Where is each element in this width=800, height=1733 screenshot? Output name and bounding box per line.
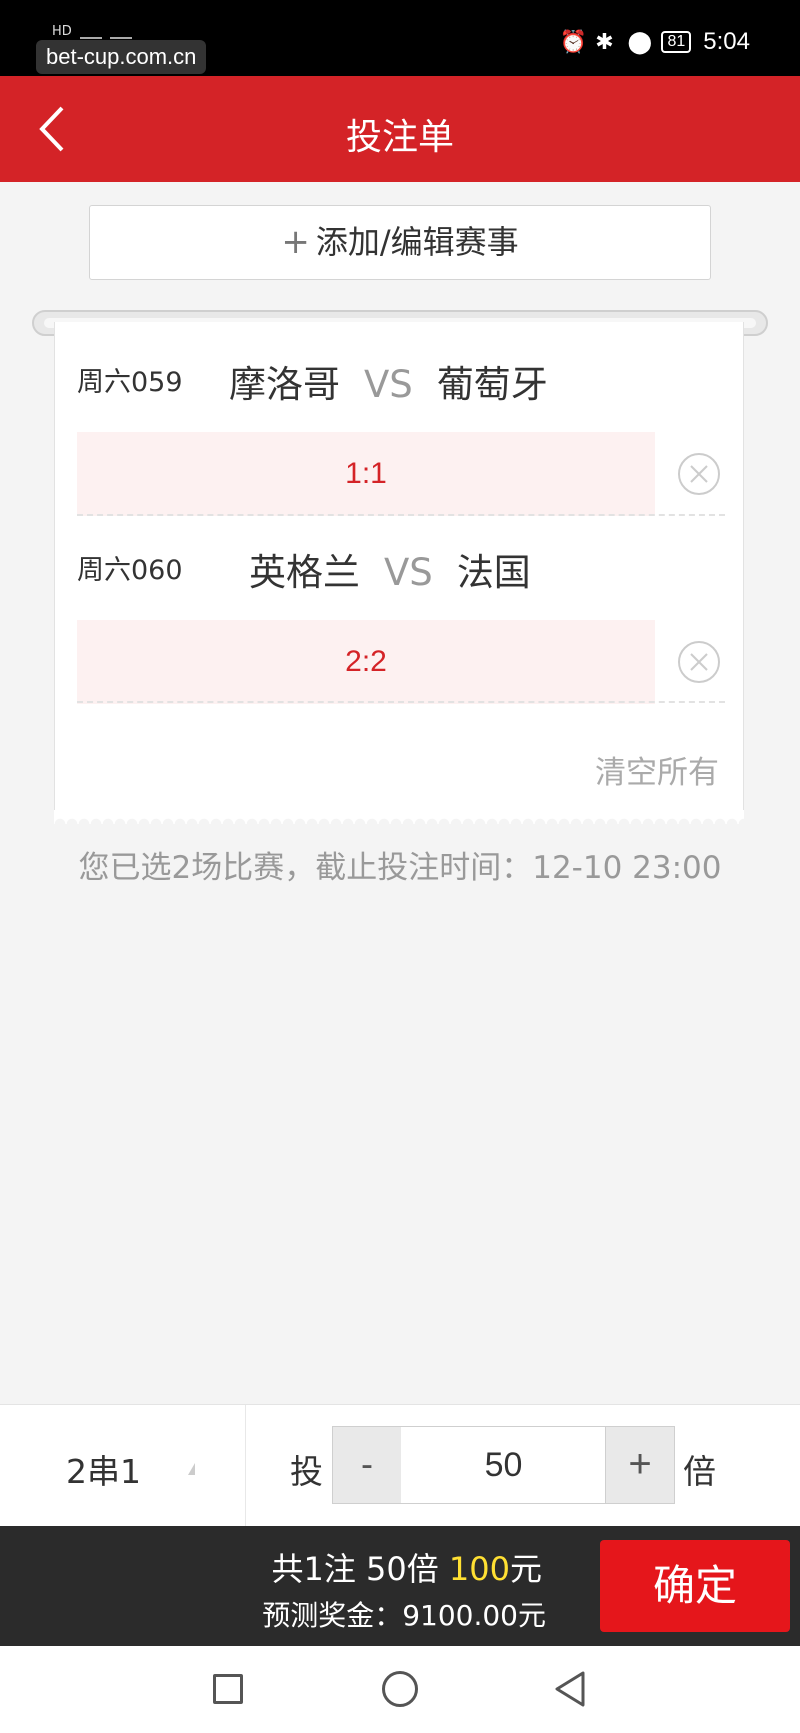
- bet-controls: 2串1 投 - 50 + 倍: [0, 1404, 800, 1527]
- recents-icon[interactable]: [213, 1674, 243, 1704]
- decrease-multiple-button[interactable]: -: [332, 1426, 402, 1504]
- vs-label: VS: [364, 363, 413, 406]
- system-nav-bar: [0, 1646, 800, 1733]
- match-day: 周六060: [77, 555, 183, 586]
- bluetooth-icon: ✱: [595, 29, 614, 54]
- hd-indicator: HD: [52, 24, 72, 39]
- combo-selector[interactable]: 2串1: [0, 1405, 246, 1527]
- add-edit-label: 添加/编辑赛事: [315, 223, 519, 261]
- combo-label: 2串1: [66, 1452, 141, 1491]
- watermark: bet-cup.com.cn: [36, 40, 207, 74]
- match-teams: 摩洛哥 VS 葡萄牙: [229, 354, 548, 408]
- bet-summary: 共1注 50倍 100元: [271, 1544, 542, 1590]
- bet-label: 投: [290, 1452, 323, 1491]
- location-icon: ⬤: [627, 29, 653, 54]
- app-header: 投注单: [0, 76, 800, 182]
- remove-match-icon[interactable]: [677, 640, 721, 684]
- match-pick[interactable]: 1:1: [77, 432, 655, 516]
- away-team: 葡萄牙: [436, 363, 548, 406]
- summary-prefix: 共1注 50倍: [271, 1550, 449, 1588]
- signal-icon-2: [109, 25, 132, 39]
- status-icons-left: HD: [52, 24, 132, 39]
- back-triangle-icon[interactable]: [553, 1670, 587, 1708]
- away-team: 法国: [456, 551, 531, 594]
- plus-icon: +: [281, 222, 310, 262]
- page-title: 投注单: [345, 117, 454, 158]
- status-bar: HD bet-cup.com.cn ⏰ ✱ ⬤ 81 5:04: [0, 0, 800, 76]
- vs-label: VS: [384, 551, 433, 594]
- summary-bar: 共1注 50倍 100元 预测奖金：9100.00元 确定: [0, 1526, 800, 1646]
- increase-multiple-button[interactable]: +: [605, 1426, 675, 1504]
- divider: [77, 514, 725, 516]
- match-item: 周六060 英格兰 VS 法国 2:2: [77, 542, 725, 704]
- caret-icon: [188, 1463, 195, 1475]
- multiple-unit: 倍: [683, 1452, 716, 1491]
- alarm-icon: ⏰: [559, 29, 587, 54]
- bet-ticket: 周六059 摩洛哥 VS 葡萄牙 1:1 周六060 英格兰 VS 法国 2:2 清空所…: [54, 322, 744, 818]
- match-pick[interactable]: 2:2: [77, 620, 655, 704]
- confirm-button[interactable]: 确定: [600, 1540, 790, 1632]
- selection-notice: 您已选2场比赛，截止投注时间：12-10 23:00: [78, 850, 722, 886]
- summary-amount: 100: [448, 1550, 510, 1588]
- remove-match-icon[interactable]: [677, 452, 721, 496]
- divider: [77, 701, 725, 703]
- status-icons-right: ⏰ ✱ ⬤ 81 5:04: [559, 28, 750, 56]
- add-edit-matches-button[interactable]: + 添加/编辑赛事: [89, 205, 711, 280]
- predicted-prize: 预测奖金：9100.00元: [262, 1599, 546, 1632]
- ticket-perforated-edge: [54, 810, 744, 824]
- home-team: 摩洛哥: [229, 363, 340, 406]
- clear-all-button[interactable]: 清空所有: [595, 747, 719, 792]
- summary-unit: 元: [509, 1550, 542, 1588]
- home-team: 英格兰: [249, 551, 360, 594]
- match-day: 周六059: [77, 367, 183, 398]
- home-icon[interactable]: [382, 1671, 418, 1707]
- signal-icon: [79, 25, 102, 39]
- match-teams: 英格兰 VS 法国: [249, 542, 531, 596]
- battery-icon: 81: [661, 31, 692, 53]
- multiple-input[interactable]: 50: [401, 1426, 606, 1504]
- clock: 5:04: [703, 28, 750, 55]
- match-item: 周六059 摩洛哥 VS 葡萄牙 1:1: [77, 354, 725, 516]
